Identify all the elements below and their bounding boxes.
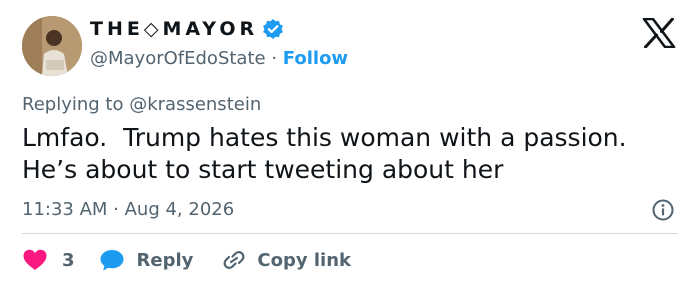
info-icon[interactable] (651, 198, 675, 222)
like-count: 3 (62, 249, 75, 271)
author-handle[interactable]: @MayorOfEdoState (90, 48, 266, 69)
copy-link-label: Copy link (257, 249, 351, 271)
replying-to-handle[interactable]: @krassenstein (129, 94, 261, 115)
replying-to-prefix: Replying to (22, 94, 124, 115)
action-bar: 3 Reply Copy link (22, 246, 351, 274)
tweet-text-line-1: Lmfao. Trump hates this woman with a pas… (22, 123, 627, 152)
link-icon (223, 251, 245, 269)
reply-label: Reply (136, 249, 194, 271)
reply-button[interactable]: Reply (99, 248, 194, 272)
follow-button[interactable]: Follow (283, 48, 348, 69)
x-logo-icon[interactable] (642, 17, 676, 49)
tweet-timestamp[interactable]: 11:33 AM · Aug 4, 2026 (22, 199, 234, 220)
reply-bubble-icon (100, 250, 124, 271)
separator-dot: · (271, 48, 278, 69)
avatar[interactable] (22, 16, 82, 76)
divider (22, 233, 678, 234)
tweet-text: Lmfao. Trump hates this woman with a pas… (22, 122, 682, 186)
author-name-row[interactable]: THE◇MAYOR (90, 18, 284, 40)
handle-row: @MayorOfEdoState · Follow (90, 48, 348, 69)
tweet-text-line-2: He’s about to start tweeting about her (22, 155, 504, 184)
like-button[interactable]: 3 (22, 248, 75, 272)
copy-link-button[interactable]: Copy link (221, 248, 351, 272)
verified-badge-icon (262, 18, 284, 40)
author-display-name[interactable]: THE◇MAYOR (90, 18, 258, 40)
replying-to-line: Replying to @krassenstein (22, 94, 261, 115)
heart-icon (23, 249, 47, 270)
